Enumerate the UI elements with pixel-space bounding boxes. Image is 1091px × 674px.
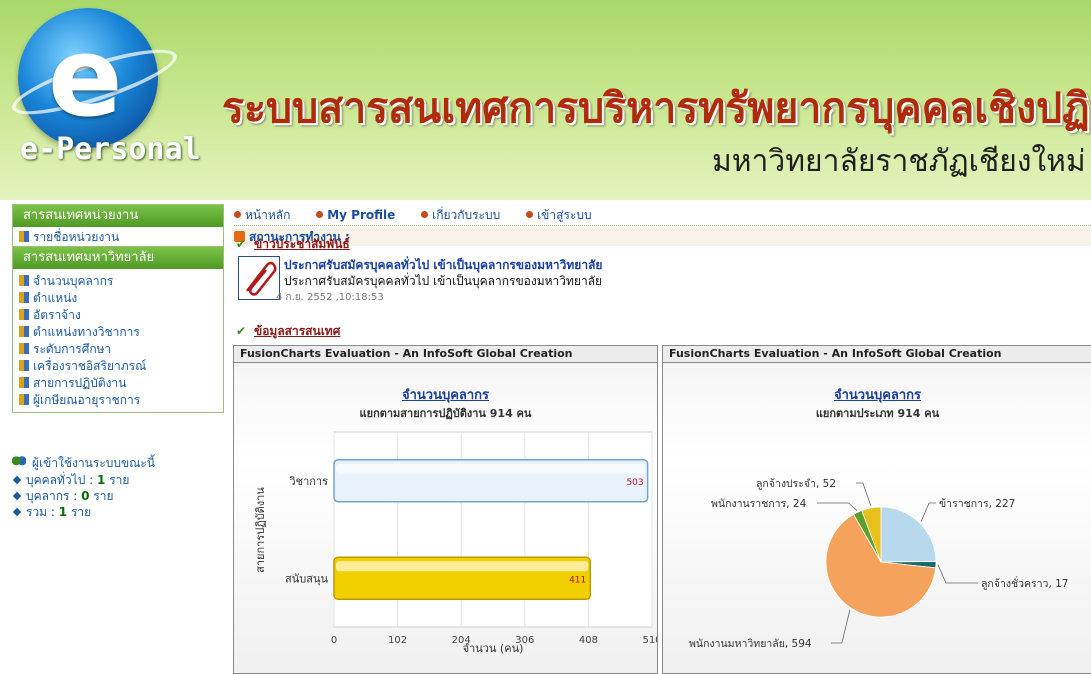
online-row-public: บุคคลทั่วไป : 1 ราย [12, 472, 222, 488]
bullet-icon [316, 211, 324, 218]
pie-leader-line [920, 502, 936, 522]
status-bar: สถานะการทำงาน : [232, 228, 1091, 246]
university-info-heading: สารสนเทศมหาวิทยาลัย [13, 247, 223, 269]
unit-info-heading: สารสนเทศหน่วยงาน [13, 205, 223, 227]
sidebar-item-staff-count[interactable]: จำนวนบุคลากร [13, 273, 223, 290]
bullet-icon [12, 491, 22, 501]
bar-chart-panel: FusionCharts Evaluation - An InfoSoft Gl… [233, 345, 658, 674]
x-tick-label: 408 [579, 635, 598, 646]
menu-login[interactable]: เข้าสู่ระบบ [526, 205, 592, 225]
bar-chart: สายการปฏิบัติงาน จำนวน (คน) 0 102 204 306 40… [254, 431, 657, 655]
online-row-total: รวม : 1 ราย [12, 504, 222, 520]
sidebar-item-work-line[interactable]: สายการปฏิบัติงาน [13, 375, 223, 392]
sidebar-item-academic-position[interactable]: ตำแหน่งทางวิชาการ [13, 324, 223, 341]
sidebar-item-retirees[interactable]: ผู้เกษียณอายุราชการ [13, 392, 223, 409]
pie-chart-panel: FusionCharts Evaluation - An InfoSoft Gl… [662, 345, 1091, 674]
online-row-staff: บุคลากร : 0 ราย [12, 488, 222, 504]
y-category-label: วิชาการ [289, 475, 328, 488]
bullet-icon [12, 507, 22, 517]
chart-caption: FusionCharts Evaluation - An InfoSoft Gl… [663, 346, 1091, 363]
check-icon: ✔ [236, 237, 247, 251]
sidebar-item-employment-rate[interactable]: อัตราจ้าง [13, 307, 223, 324]
top-menu: หน้าหลัก My Profile เกี่ยวกับระบบ เข้าสู… [234, 205, 1091, 226]
book-icon [19, 309, 29, 320]
pie-leader-line [831, 609, 851, 644]
book-icon [19, 292, 29, 303]
university-name: มหาวิทยาลัยราชภัฏเชียงใหม่ [712, 144, 1086, 179]
book-icon [19, 275, 29, 286]
sidebar-item-decorations[interactable]: เครื่องราชอิสริยาภรณ์ [13, 358, 223, 375]
y-category-label: สนับสนุน [285, 572, 328, 585]
users-icon [12, 456, 26, 468]
header-banner: e e-Personal ระบบสารสนเทศการบริหารทรัพยา… [0, 0, 1091, 200]
pie-chart: ข้าราชการ, 227 ลูกจ้างชั่วคราว, 17 พนักงาน… [689, 478, 1068, 650]
paperclip-icon [238, 256, 280, 300]
bar-highlight [336, 561, 589, 572]
pie-slice-label: พนักงานมหาวิทยาลัย, 594 [689, 638, 812, 650]
check-icon: ✔ [236, 324, 247, 338]
pie-slice-label: ข้าราชการ, 227 [939, 498, 1015, 510]
menu-about[interactable]: เกี่ยวกับระบบ [421, 205, 500, 225]
news-section-heading[interactable]: ✔ ข่าวประชาสัมพันธ์ [236, 235, 350, 254]
logo-text: e-Personal [20, 132, 201, 167]
pie-slice-label: ลูกจ้างประจำ, 52 [756, 478, 836, 490]
pie-leader-line [817, 502, 857, 511]
sidebar-item-education-level[interactable]: ระดับการศึกษา [13, 341, 223, 358]
x-tick-label: 102 [388, 635, 407, 646]
info-section-heading[interactable]: ✔ ข้อมูลสารสนเทศ [236, 322, 340, 341]
book-icon [19, 394, 29, 405]
university-info-box: สารสนเทศมหาวิทยาลัย จำนวนบุคลากร ตำแหน่ง… [12, 246, 224, 413]
pie-leader-line [856, 482, 872, 507]
book-icon [19, 326, 29, 337]
news-item-description: ประกาศรับสมัครบุคคลทั่วไป เข้าเป็นบุคลาก… [284, 274, 603, 288]
sidebar-item-unit-list[interactable]: รายชื่อหน่วยงาน [13, 227, 223, 248]
unit-info-box: สารสนเทศหน่วยงาน รายชื่อหน่วยงาน [12, 204, 224, 249]
bullet-icon [234, 211, 241, 218]
x-tick-label: 204 [452, 635, 471, 646]
book-icon [19, 377, 29, 388]
online-users-box: ผู้เข้าใช้งานระบบขณะนี้ บุคคลทั่วไป : 1 … [12, 454, 222, 520]
bar-highlight [336, 463, 646, 474]
chart-caption: FusionCharts Evaluation - An InfoSoft Gl… [234, 346, 657, 363]
book-icon [19, 343, 29, 354]
x-tick-label: 306 [515, 635, 534, 646]
sidebar: สารสนเทศหน่วยงาน รายชื่อหน่วยงาน สารสนเท… [0, 200, 228, 672]
menu-my-profile[interactable]: My Profile [316, 205, 395, 225]
pie-slice-label: พนักงานราชการ, 24 [711, 498, 807, 510]
book-icon [19, 360, 29, 371]
bullet-icon [12, 475, 22, 485]
x-tick-label: 0 [331, 635, 337, 646]
system-title: ระบบสารสนเทศการบริหารทรัพยากรบุคคลเชิงปฏ… [222, 84, 1091, 132]
menu-home[interactable]: หน้าหลัก [234, 205, 290, 225]
pie-slice[interactable] [880, 506, 937, 563]
sidebar-item-position[interactable]: ตำแหน่ง [13, 290, 223, 307]
book-icon [19, 231, 29, 242]
bullet-icon [421, 211, 429, 218]
x-tick-label: 510 [642, 635, 657, 646]
pie-leader-line [937, 564, 978, 584]
news-item-date: 4 ก.ย. 2552 ,10:18:53 [276, 292, 384, 303]
bullet-icon [526, 211, 534, 218]
bar-value-label: 503 [626, 478, 643, 488]
e-logo-letter: e [48, 13, 123, 141]
online-users-title: ผู้เข้าใช้งานระบบขณะนี้ [12, 454, 222, 472]
pie-slice-label: ลูกจ้างชั่วคราว, 17 [981, 576, 1068, 590]
y-axis-label: สายการปฏิบัติงาน [254, 487, 267, 573]
bar-value-label: 411 [569, 575, 586, 585]
